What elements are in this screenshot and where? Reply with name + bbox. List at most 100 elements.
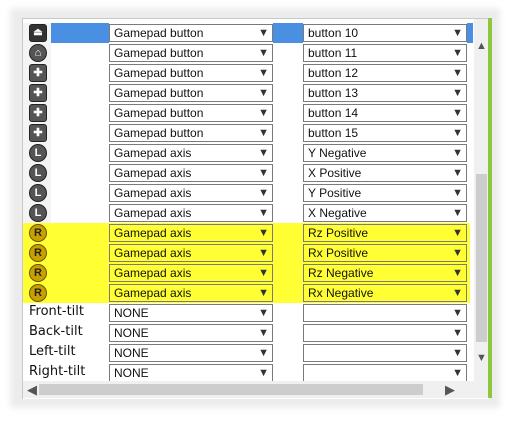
chevron-down-icon[interactable]: ▼ (452, 345, 463, 361)
chevron-down-icon[interactable]: ▼ (452, 105, 463, 121)
chevron-down-icon[interactable]: ▼ (452, 25, 463, 41)
mapping-select[interactable]: X Negative ▼ (303, 204, 467, 222)
chevron-down-icon[interactable]: ▼ (258, 305, 269, 321)
mapping-row[interactable]: ✚ Gamepad button ▼ button 12 ▼ (23, 63, 475, 83)
vertical-scrollbar[interactable]: ▲ ▼ (474, 19, 489, 381)
input-type-select[interactable]: Gamepad axis ▼ (109, 144, 273, 162)
mapping-row[interactable]: Back-tilt NONE ▼ ▼ (23, 323, 475, 343)
mapping-select[interactable]: button 12 ▼ (303, 64, 467, 82)
scroll-down-icon[interactable]: ▼ (476, 351, 487, 365)
chevron-down-icon[interactable]: ▼ (452, 165, 463, 181)
input-type-select[interactable]: Gamepad button ▼ (109, 84, 273, 102)
input-type-select[interactable]: Gamepad button ▼ (109, 104, 273, 122)
input-type-select[interactable]: Gamepad axis ▼ (109, 244, 273, 262)
mapping-select[interactable]: button 10 ▼ (303, 24, 467, 42)
mapping-row[interactable]: L Gamepad axis ▼ Y Negative ▼ (23, 143, 475, 163)
input-type-select[interactable]: Gamepad axis ▼ (109, 164, 273, 182)
chevron-down-icon[interactable]: ▼ (452, 225, 463, 241)
mapping-row[interactable]: ✚ Gamepad button ▼ button 15 ▼ (23, 123, 475, 143)
chevron-down-icon[interactable]: ▼ (258, 205, 269, 221)
chevron-down-icon[interactable]: ▼ (452, 45, 463, 61)
chevron-down-icon[interactable]: ▼ (452, 365, 463, 381)
mapping-row[interactable]: ✚ Gamepad button ▼ button 13 ▼ (23, 83, 475, 103)
chevron-down-icon[interactable]: ▼ (258, 25, 269, 41)
chevron-down-icon[interactable]: ▼ (258, 225, 269, 241)
chevron-down-icon[interactable]: ▼ (258, 125, 269, 141)
mapping-row[interactable]: L Gamepad axis ▼ Y Positive ▼ (23, 183, 475, 203)
horizontal-scroll-thumb[interactable] (39, 384, 423, 395)
input-type-select[interactable]: Gamepad axis ▼ (109, 284, 273, 302)
mapping-row[interactable]: Front-tilt NONE ▼ ▼ (23, 303, 475, 323)
input-type-select[interactable]: NONE ▼ (109, 304, 273, 322)
mapping-select[interactable]: ▼ (303, 344, 467, 362)
scroll-left-icon[interactable]: ◀ (25, 382, 39, 397)
chevron-down-icon[interactable]: ▼ (258, 285, 269, 301)
input-type-select[interactable]: Gamepad button ▼ (109, 24, 273, 42)
mapping-row[interactable]: ✚ Gamepad button ▼ button 14 ▼ (23, 103, 475, 123)
mapping-select[interactable]: button 14 ▼ (303, 104, 467, 122)
chevron-down-icon[interactable]: ▼ (452, 325, 463, 341)
mapping-select[interactable]: X Positive ▼ (303, 164, 467, 182)
chevron-down-icon[interactable]: ▼ (258, 85, 269, 101)
chevron-down-icon[interactable]: ▼ (258, 265, 269, 281)
input-type-select[interactable]: Gamepad button ▼ (109, 44, 273, 62)
chevron-down-icon[interactable]: ▼ (258, 165, 269, 181)
mapping-row[interactable]: L Gamepad axis ▼ X Positive ▼ (23, 163, 475, 183)
mapping-select[interactable]: Y Negative ▼ (303, 144, 467, 162)
mapping-select[interactable]: Rz Positive ▼ (303, 224, 467, 242)
mapping-select[interactable]: Rx Negative ▼ (303, 284, 467, 302)
chevron-down-icon[interactable]: ▼ (258, 65, 269, 81)
chevron-down-icon[interactable]: ▼ (258, 325, 269, 341)
scroll-up-icon[interactable]: ▲ (476, 39, 487, 53)
mapping-row[interactable]: ⌂ Gamepad button ▼ button 11 ▼ (23, 43, 475, 63)
mapping-select[interactable]: button 11 ▼ (303, 44, 467, 62)
input-type-select[interactable]: Gamepad button ▼ (109, 64, 273, 82)
mapping-row[interactable]: R Gamepad axis ▼ Rx Negative ▼ (23, 283, 475, 303)
input-type-select[interactable]: Gamepad axis ▼ (109, 224, 273, 242)
input-type-select[interactable]: Gamepad axis ▼ (109, 204, 273, 222)
chevron-down-icon[interactable]: ▼ (452, 305, 463, 321)
mapping-row[interactable]: R Gamepad axis ▼ Rx Positive ▼ (23, 243, 475, 263)
mapping-select-value: Y Positive (308, 186, 362, 200)
input-type-select[interactable]: NONE ▼ (109, 364, 273, 382)
input-type-select[interactable]: NONE ▼ (109, 324, 273, 342)
mapping-select[interactable]: ▼ (303, 364, 467, 382)
chevron-down-icon[interactable]: ▼ (258, 45, 269, 61)
chevron-down-icon[interactable]: ▼ (258, 145, 269, 161)
chevron-down-icon[interactable]: ▼ (452, 245, 463, 261)
mapping-select[interactable]: button 13 ▼ (303, 84, 467, 102)
mapping-row[interactable]: Left-tilt NONE ▼ ▼ (23, 343, 475, 363)
chevron-down-icon[interactable]: ▼ (258, 345, 269, 361)
chevron-down-icon[interactable]: ▼ (452, 265, 463, 281)
mapping-select[interactable]: ▼ (303, 324, 467, 342)
mapping-select[interactable]: Rz Negative ▼ (303, 264, 467, 282)
mapping-row[interactable]: R Gamepad axis ▼ Rz Negative ▼ (23, 263, 475, 283)
mapping-select[interactable]: button 15 ▼ (303, 124, 467, 142)
chevron-down-icon[interactable]: ▼ (452, 65, 463, 81)
mapping-select[interactable]: ▼ (303, 304, 467, 322)
mapping-row[interactable]: Right-tilt NONE ▼ ▼ (23, 363, 475, 383)
input-type-select[interactable]: Gamepad axis ▼ (109, 184, 273, 202)
chevron-down-icon[interactable]: ▼ (258, 245, 269, 261)
chevron-down-icon[interactable]: ▼ (452, 145, 463, 161)
chevron-down-icon[interactable]: ▼ (452, 185, 463, 201)
mapping-select-value: X Positive (308, 166, 362, 180)
mapping-row[interactable]: L Gamepad axis ▼ X Negative ▼ (23, 203, 475, 223)
input-type-select[interactable]: NONE ▼ (109, 344, 273, 362)
mapping-select[interactable]: Rx Positive ▼ (303, 244, 467, 262)
chevron-down-icon[interactable]: ▼ (452, 205, 463, 221)
chevron-down-icon[interactable]: ▼ (452, 125, 463, 141)
chevron-down-icon[interactable]: ▼ (258, 365, 269, 381)
chevron-down-icon[interactable]: ▼ (452, 285, 463, 301)
input-type-select[interactable]: Gamepad button ▼ (109, 124, 273, 142)
vertical-scroll-thumb[interactable] (476, 174, 487, 342)
chevron-down-icon[interactable]: ▼ (452, 85, 463, 101)
chevron-down-icon[interactable]: ▼ (258, 105, 269, 121)
chevron-down-icon[interactable]: ▼ (258, 185, 269, 201)
horizontal-scrollbar[interactable]: ◀ ▶ (23, 381, 474, 398)
scroll-right-icon[interactable]: ▶ (443, 382, 457, 397)
mapping-row[interactable]: R Gamepad axis ▼ Rz Positive ▼ (23, 223, 475, 243)
mapping-select[interactable]: Y Positive ▼ (303, 184, 467, 202)
mapping-row[interactable]: ⏏ Gamepad button ▼ button 10 ▼ (23, 23, 475, 43)
input-type-select[interactable]: Gamepad axis ▼ (109, 264, 273, 282)
